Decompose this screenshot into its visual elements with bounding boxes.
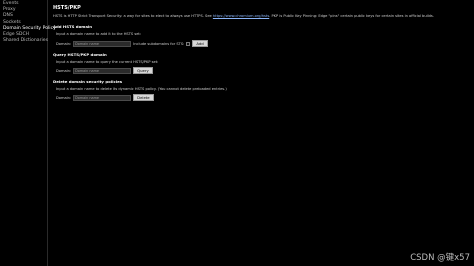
delete-domain-placeholder: Domain name	[75, 95, 100, 100]
add-button[interactable]: Add	[192, 40, 208, 47]
intro-text: HSTS is HTTP Strict Transport Security: …	[53, 14, 434, 18]
sidebar-item-shared-dictionaries[interactable]: Shared Dictionaries	[0, 38, 48, 44]
query-form: Domain: Domain name Query	[56, 67, 153, 74]
include-subdomains-checkbox[interactable]	[186, 41, 191, 46]
add-section-description: Input a domain name to add it to the HST…	[56, 32, 142, 36]
query-section-description: Input a domain name to query the current…	[56, 60, 159, 64]
delete-domain-input[interactable]: Domain name	[73, 94, 132, 101]
query-domain-input[interactable]: Domain name	[73, 67, 132, 74]
delete-section-title: Delete domain security policies	[53, 79, 123, 84]
delete-button[interactable]: Delete	[133, 94, 154, 101]
add-domain-placeholder: Domain name	[75, 41, 100, 46]
add-domain-input[interactable]: Domain name	[73, 40, 132, 47]
add-domain-label: Domain:	[56, 41, 72, 46]
page-title: HSTS/PKP	[53, 5, 81, 11]
query-section-title: Query HSTS/PKP domain	[53, 52, 107, 57]
main-content: HSTS/PKP HSTS is HTTP Strict Transport S…	[52, 0, 470, 266]
query-domain-label: Domain:	[56, 68, 72, 73]
add-form: Domain: Domain name Include subdomains f…	[56, 40, 208, 47]
delete-domain-label: Domain:	[56, 95, 72, 100]
intro-text-end: . PKP is Public Key Pinning: Edge "pins"…	[269, 14, 434, 18]
query-button[interactable]: Query	[133, 67, 153, 74]
hsts-info-link[interactable]: https://www.chromium.org/hsts	[213, 14, 269, 18]
sidebar: Events Proxy DNS Sockets Domain Security…	[0, 0, 56, 266]
query-domain-placeholder: Domain name	[75, 68, 100, 73]
include-subdomains-label: Include subdomains for STS:	[133, 41, 185, 46]
watermark: CSDN @键x57	[410, 253, 470, 263]
delete-form: Domain: Domain name Delete	[56, 94, 154, 101]
intro-text-start: HSTS is HTTP Strict Transport Security: …	[53, 14, 213, 18]
delete-section-description: Input a domain name to delete its dynami…	[56, 87, 227, 91]
add-section-title: Add HSTS domain	[53, 24, 93, 29]
